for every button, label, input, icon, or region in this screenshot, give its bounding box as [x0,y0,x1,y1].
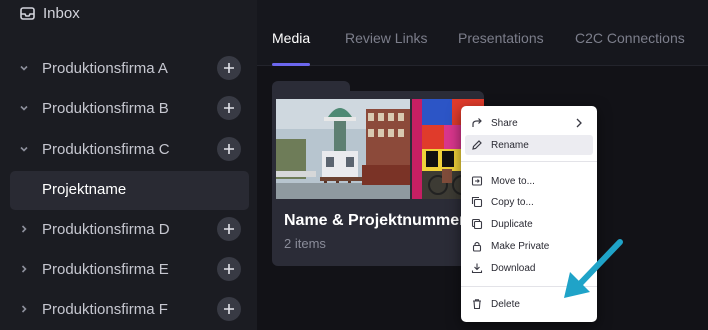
duplicate-icon [471,218,483,230]
active-tab-indicator [272,63,310,66]
download-icon [471,263,483,274]
add-project-button[interactable] [217,137,241,161]
sidebar-item-produktionsfirma-d[interactable]: Produktionsfirma D [0,209,257,249]
menu-item-label: Duplicate [491,218,533,230]
menu-item-label: Download [491,262,536,274]
plus-icon [224,144,234,154]
add-project-button[interactable] [217,257,241,281]
sidebar-item-label: Produktionsfirma C [42,140,170,158]
sidebar-item-label: Produktionsfirma F [42,300,168,318]
chevron-right-icon[interactable] [18,223,30,235]
plus-icon [224,304,234,314]
sidebar-item-label: Produktionsfirma A [42,59,168,77]
plus-icon [224,103,234,113]
annotation-arrow-icon [564,239,623,298]
folder-name: Name & Projektnummer [284,212,466,229]
tab-media[interactable]: Media [272,30,310,46]
menu-item-move-to[interactable]: Move to... [465,171,593,191]
menu-item-label: Move to... [491,175,535,187]
menu-item-share[interactable]: Share [465,113,593,133]
add-project-button[interactable] [217,217,241,241]
add-project-button[interactable] [217,56,241,80]
chevron-down-icon[interactable] [18,143,30,155]
sidebar-item-label: Produktionsfirma B [42,99,169,117]
lock-icon [472,241,482,252]
chevron-right-icon [576,118,582,128]
chevron-right-icon[interactable] [18,263,30,275]
folder-item-count: 2 items [284,236,326,251]
menu-item-label: Share [491,117,518,129]
plus-icon [224,224,234,234]
menu-item-label: Rename [491,139,529,151]
menu-item-copy-to[interactable]: Copy to... [465,192,593,212]
sidebar-item-produktionsfirma-a[interactable]: Produktionsfirma A [0,48,257,88]
folder-card[interactable]: Name & Projektnummer 2 items [272,81,484,266]
sidebar-item-produktionsfirma-b[interactable]: Produktionsfirma B [0,88,257,128]
chevron-right-icon[interactable] [18,303,30,315]
folder-thumbnail-image [276,99,410,199]
trash-icon [473,299,481,310]
plus-icon [224,63,234,73]
sidebar-item-label: Produktionsfirma E [42,260,169,278]
plus-icon [224,264,234,274]
sidebar-item-produktionsfirma-f[interactable]: Produktionsfirma F [0,289,257,329]
move-icon [471,176,483,186]
tab-bar: Media Review Links Presentations C2C Con… [257,0,708,66]
sidebar-item-produktionsfirma-c[interactable]: Produktionsfirma C [0,129,257,169]
menu-item-label: Copy to... [491,196,534,208]
sidebar-item-inbox[interactable]: Inbox [20,2,80,24]
add-project-button[interactable] [217,96,241,120]
chevron-down-icon[interactable] [18,62,30,74]
inbox-icon [20,6,35,20]
sidebar-item-projektname[interactable]: Projektname [10,171,249,210]
inbox-label: Inbox [43,4,80,22]
menu-item-rename[interactable]: Rename [465,135,593,155]
menu-item-duplicate[interactable]: Duplicate [465,214,593,234]
tab-c2c-connections[interactable]: C2C Connections [575,30,685,46]
pencil-icon [472,140,482,150]
add-project-button[interactable] [217,297,241,321]
sidebar-item-produktionsfirma-e[interactable]: Produktionsfirma E [0,249,257,289]
sidebar-item-label: Projektname [42,181,127,198]
sidebar-item-label: Produktionsfirma D [42,220,170,238]
menu-item-label: Delete [491,298,520,310]
share-icon [472,118,482,127]
copy-icon [471,196,483,208]
menu-divider [461,161,597,162]
tab-presentations[interactable]: Presentations [458,30,544,46]
sidebar: Inbox Produktionsfirma A Produktionsfirm… [0,0,257,330]
menu-item-label: Make Private [491,240,550,252]
tab-review-links[interactable]: Review Links [345,30,427,46]
chevron-down-icon[interactable] [18,102,30,114]
